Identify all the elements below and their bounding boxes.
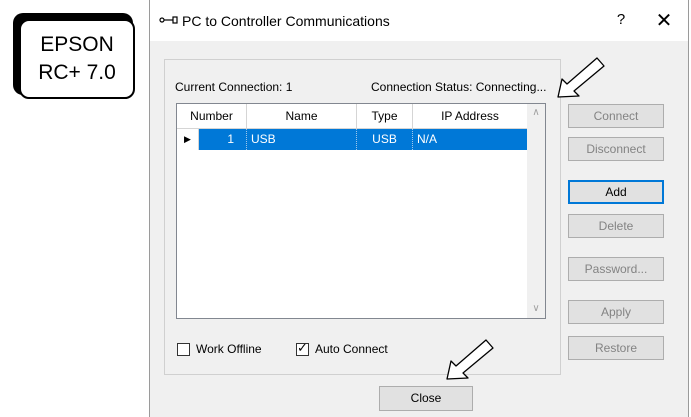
column-header-type[interactable]: Type bbox=[357, 104, 413, 128]
communications-dialog: PC to Controller Communications ? ✕ Curr… bbox=[149, 0, 689, 417]
close-button[interactable]: Close bbox=[379, 386, 473, 411]
column-header-name[interactable]: Name bbox=[247, 104, 357, 128]
grid-header: Number Name Type IP Address bbox=[177, 104, 528, 129]
checkmark-icon: ✓ bbox=[297, 339, 308, 355]
restore-button[interactable]: Restore bbox=[568, 336, 664, 360]
scroll-up-icon[interactable]: ∧ bbox=[527, 104, 545, 122]
delete-button[interactable]: Delete bbox=[568, 214, 664, 238]
title-bar[interactable]: PC to Controller Communications ? ✕ bbox=[150, 0, 688, 41]
product-label: EPSON RC+ 7.0 bbox=[13, 13, 135, 99]
table-row[interactable]: ▶ 1 USB USB N/A bbox=[177, 129, 528, 150]
cell-type[interactable]: USB bbox=[357, 129, 413, 150]
close-window-icon[interactable]: ✕ bbox=[655, 8, 673, 33]
add-button[interactable]: Add bbox=[568, 180, 664, 204]
connect-button[interactable]: Connect bbox=[568, 104, 664, 128]
product-label-box: EPSON RC+ 7.0 bbox=[19, 19, 135, 99]
disconnect-button[interactable]: Disconnect bbox=[568, 137, 664, 161]
scroll-down-icon[interactable]: ∨ bbox=[527, 300, 545, 318]
checkbox-box[interactable]: ✓ bbox=[296, 339, 309, 356]
checkbox-box[interactable] bbox=[177, 342, 190, 356]
vertical-scrollbar[interactable]: ∧ ∨ bbox=[527, 104, 545, 318]
connections-grid[interactable]: Number Name Type IP Address ▶ 1 USB USB … bbox=[176, 103, 546, 319]
cell-name[interactable]: USB bbox=[247, 129, 357, 150]
dialog-title: PC to Controller Communications bbox=[182, 13, 390, 29]
work-offline-checkbox[interactable]: Work Offline bbox=[177, 341, 262, 357]
status-pointer-arrow-icon bbox=[557, 57, 605, 98]
close-pointer-arrow-icon bbox=[446, 339, 494, 380]
connection-plug-icon bbox=[159, 16, 178, 24]
label-line-1: EPSON bbox=[40, 33, 114, 56]
current-connection-label: Current Connection: 1 bbox=[175, 80, 293, 94]
connection-status-label: Connection Status: Connecting... bbox=[371, 80, 547, 94]
password-button[interactable]: Password... bbox=[568, 257, 664, 281]
column-header-number[interactable]: Number bbox=[177, 104, 247, 128]
row-selector-arrow-icon: ▶ bbox=[177, 129, 199, 150]
auto-connect-checkbox[interactable]: ✓ Auto Connect bbox=[296, 339, 388, 357]
auto-connect-label[interactable]: Auto Connect bbox=[315, 342, 388, 356]
column-header-ip-address[interactable]: IP Address bbox=[413, 104, 528, 128]
help-button[interactable]: ? bbox=[613, 11, 629, 28]
label-line-2: RC+ 7.0 bbox=[38, 61, 116, 84]
apply-button[interactable]: Apply bbox=[568, 300, 664, 324]
cell-number[interactable]: 1 bbox=[199, 129, 247, 150]
cell-ip-address[interactable]: N/A bbox=[413, 129, 528, 150]
work-offline-label[interactable]: Work Offline bbox=[196, 342, 262, 356]
